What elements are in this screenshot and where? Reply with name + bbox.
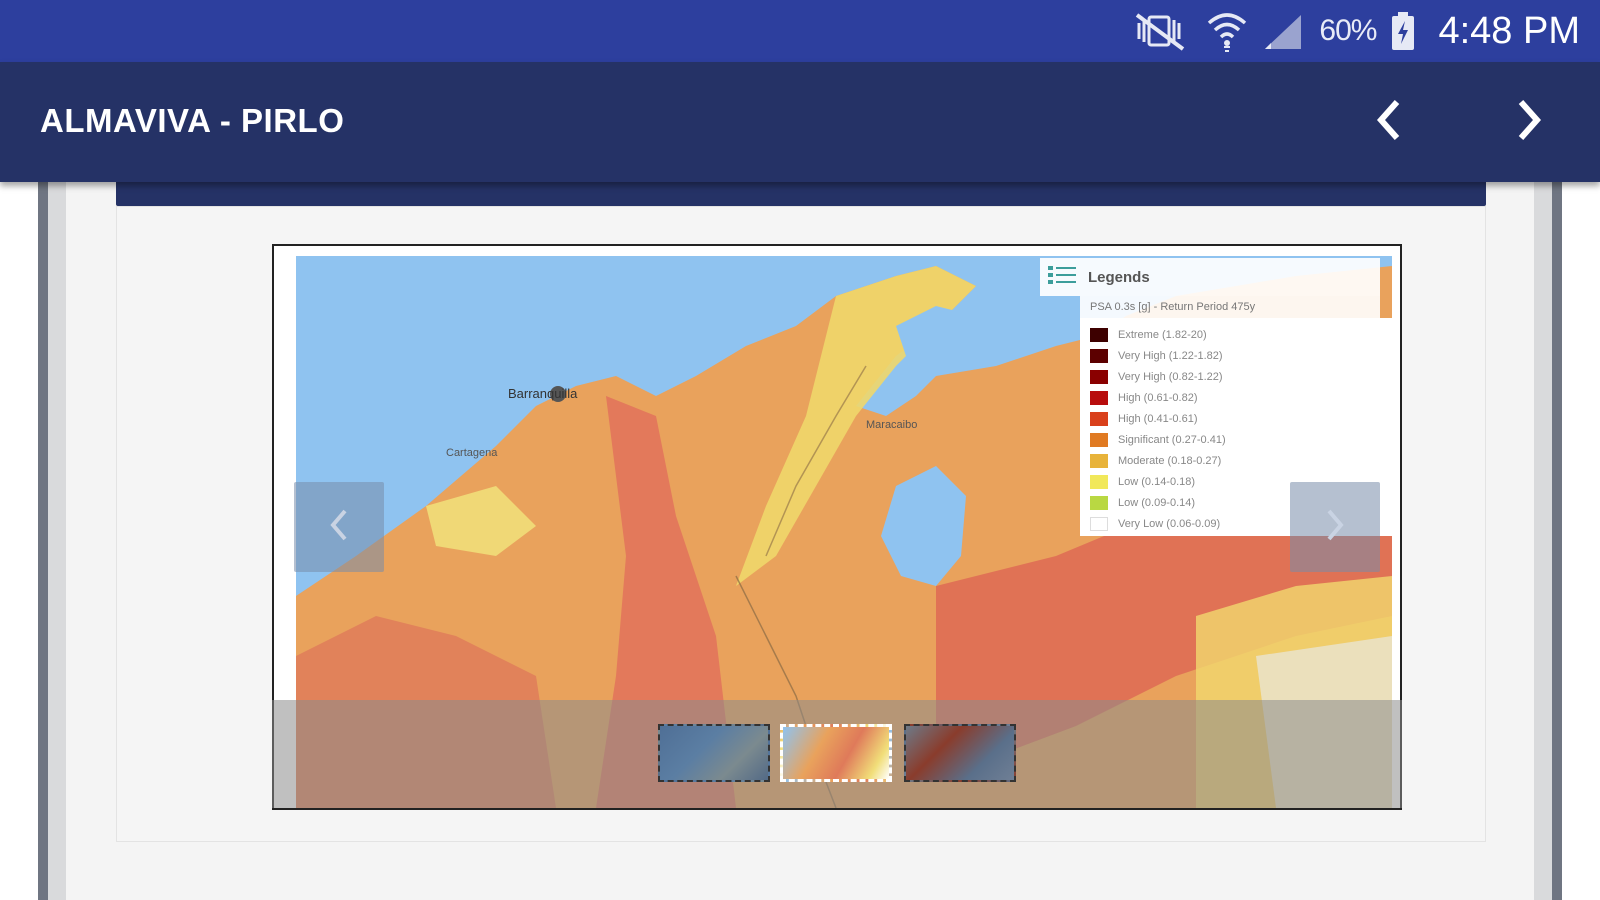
- panel-header: [116, 182, 1486, 206]
- legend-item: Moderate (0.18-0.27): [1080, 450, 1400, 471]
- legend-swatch: [1090, 327, 1108, 342]
- legend-swatch: [1090, 348, 1108, 363]
- thumbnail-1[interactable]: [658, 724, 770, 782]
- legend-list-icon: [1048, 263, 1078, 292]
- legend-item: Very High (1.22-1.82): [1080, 345, 1400, 366]
- city-label-maracaibo: Maracaibo: [866, 419, 917, 431]
- legend-item: Extreme (1.82-20): [1080, 324, 1400, 345]
- wifi-icon: [1205, 9, 1249, 53]
- legend-swatch: [1090, 411, 1108, 426]
- chevron-right-icon: [1515, 98, 1545, 147]
- city-label-cartagena: Cartagena: [446, 447, 498, 459]
- legend-swatch: [1090, 516, 1108, 531]
- legend-item: Very High (0.82-1.22): [1080, 366, 1400, 387]
- city-label-barranquilla: Barranquilla: [508, 386, 578, 401]
- thumbnail-3[interactable]: [904, 724, 1016, 782]
- legend-swatch: [1090, 390, 1108, 405]
- legend-header[interactable]: Legends: [1040, 258, 1380, 296]
- page-title: ALMAVIVA - PIRLO: [40, 102, 345, 139]
- legend-swatch: [1090, 474, 1108, 489]
- battery-charging-icon: [1390, 11, 1416, 51]
- previous-button[interactable]: [1358, 92, 1418, 152]
- next-button[interactable]: [1500, 92, 1560, 152]
- carousel-prev-icon: [327, 507, 351, 548]
- battery-percentage: 60%: [1319, 14, 1377, 47]
- carousel-next-button[interactable]: [1290, 482, 1380, 572]
- thumbnail-strip: [272, 700, 1402, 808]
- legend-swatch: [1090, 495, 1108, 510]
- legend-item: Significant (0.27-0.41): [1080, 429, 1400, 450]
- mute-vibrate-icon: [1131, 11, 1191, 51]
- chevron-left-icon: [1373, 98, 1403, 147]
- legend-swatch: [1090, 432, 1108, 447]
- carousel-next-icon: [1323, 507, 1347, 548]
- thumbnail-2[interactable]: [780, 724, 892, 782]
- status-bar: 60% 4:48 PM: [0, 0, 1600, 62]
- legend-swatch: [1090, 369, 1108, 384]
- clock: 4:48 PM: [1438, 9, 1580, 52]
- app-bar: ALMAVIVA - PIRLO: [0, 62, 1600, 182]
- status-icons: 60% 4:48 PM: [1131, 8, 1580, 54]
- signal-icon: [1263, 11, 1305, 51]
- legend-item: High (0.41-0.61): [1080, 408, 1400, 429]
- carousel-prev-button[interactable]: [294, 482, 384, 572]
- legend-item: High (0.61-0.82): [1080, 387, 1400, 408]
- legend-swatch: [1090, 453, 1108, 468]
- legend-title: Legends: [1088, 268, 1150, 286]
- legend-subtitle: PSA 0.3s [g] - Return Period 475y: [1080, 296, 1380, 318]
